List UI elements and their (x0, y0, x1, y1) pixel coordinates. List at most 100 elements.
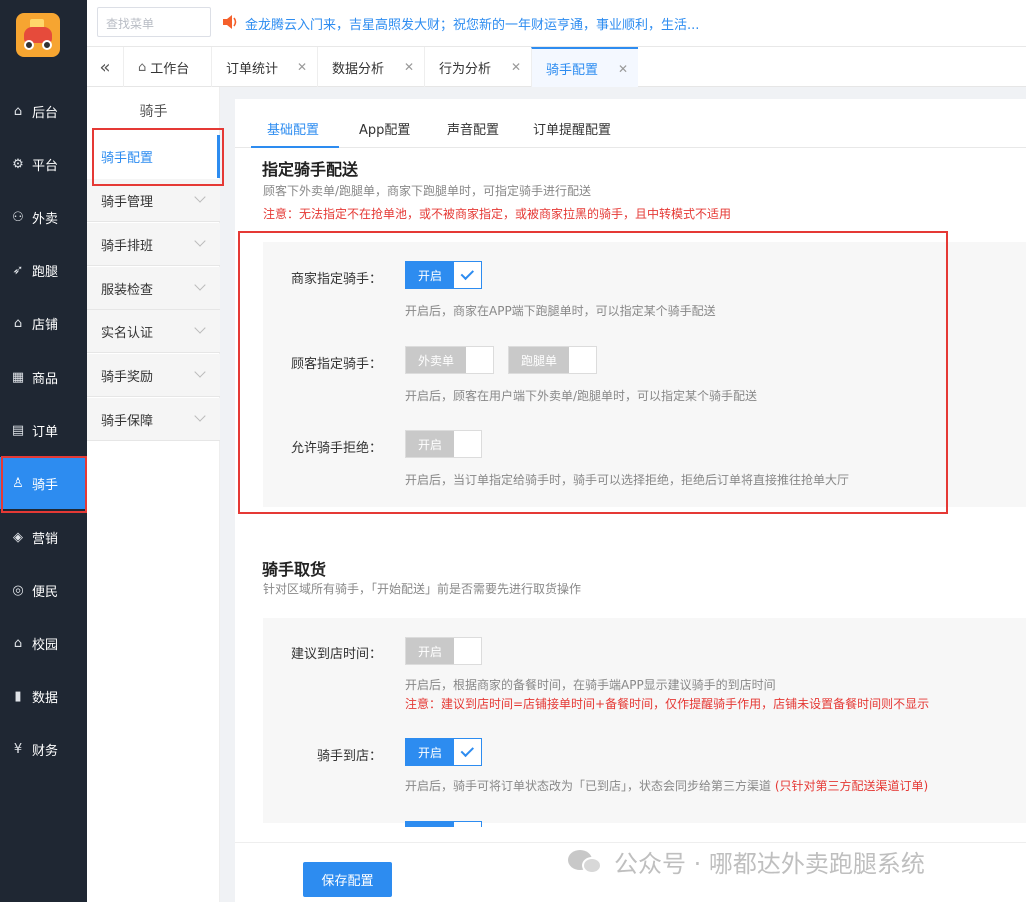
close-icon[interactable]: ✕ (297, 60, 307, 74)
chevron-down-icon (194, 410, 206, 422)
menu-search-input[interactable]: 查找菜单 (97, 7, 211, 37)
speaker-icon (223, 15, 237, 29)
chevron-down-icon (194, 191, 206, 203)
section-title-assign-rider: 指定骑手配送 (262, 160, 359, 179)
subitem-label: 骑手排班 (101, 238, 154, 254)
goods-icon: ▦ (11, 369, 25, 385)
home-icon: ⌂ (13, 103, 23, 119)
subitem-label: 骑手奖励 (101, 369, 154, 385)
nav-item-errand[interactable]: ➶ 跑腿 (0, 244, 87, 296)
nav-item-marketing[interactable]: ◈ 营销 (0, 511, 87, 563)
nav-item-orders[interactable]: ▤ 订单 (0, 404, 87, 456)
highlight-annotation (92, 128, 224, 186)
watermark-text: 公众号 · 哪都达外卖跑腿系统 (614, 850, 925, 878)
nav-item-platform[interactable]: ⚙ 平台 (0, 138, 87, 190)
nav-item-campus[interactable]: ⌂ 校园 (0, 617, 87, 669)
nav-label: 订单 (32, 424, 59, 440)
close-icon[interactable]: ✕ (511, 60, 521, 74)
tab-label: 订单统计 (226, 61, 279, 77)
content-tab-app[interactable]: App配置 (359, 119, 410, 138)
runner-icon: ➶ (12, 262, 24, 278)
sub-sidebar-title: 骑手 (139, 104, 168, 120)
nav-label: 便民 (32, 584, 59, 600)
home-icon: ⌂ (138, 59, 147, 75)
nav-label: 营销 (32, 531, 59, 547)
wechat-icon (568, 848, 604, 876)
tab-label: 数据分析 (332, 61, 385, 77)
store-icon: ⌂ (13, 315, 23, 331)
subitem-uniform-check[interactable]: 服装检查 (87, 267, 220, 310)
sub-sidebar: 骑手 骑手配置 骑手管理 骑手排班 服装检查 实名认证 骑手奖励 骑手保障 (87, 87, 220, 902)
tab-behavior-analysis[interactable]: 行为分析 ✕ (424, 47, 531, 87)
bar-chart-icon: ▮ (14, 688, 22, 704)
nav-label: 跑腿 (32, 264, 59, 280)
toggle-label: 开启 (406, 739, 454, 765)
save-config-button[interactable]: 保存配置 (303, 862, 392, 897)
divider (235, 147, 1026, 148)
subitem-label: 骑手保障 (101, 413, 154, 429)
subitem-label: 服装检查 (101, 282, 154, 298)
subitem-rider-insurance[interactable]: 骑手保障 (87, 398, 220, 441)
section-title-pickup: 骑手取货 (262, 560, 327, 579)
announcement-text[interactable]: 金龙腾云入门来，吉星高照发大财；祝您新的一年财运亨通，事业顺利，生活... (245, 14, 699, 33)
check-icon (460, 743, 474, 757)
collapse-icon[interactable]: « (87, 47, 123, 87)
chevron-down-icon (194, 235, 206, 247)
section-warning: 注意：无法指定不在抢单池，或不被商家指定，或被商家拉黑的骑手，且中转模式不适用 (263, 207, 732, 221)
nav-item-finance[interactable]: ¥ 财务 (0, 723, 87, 775)
yen-icon: ¥ (13, 741, 23, 757)
tab-order-stats[interactable]: 订单统计 ✕ (211, 47, 317, 87)
app-logo[interactable] (16, 13, 60, 57)
chevron-down-icon (194, 322, 206, 334)
partial-toggle[interactable] (405, 821, 482, 827)
subitem-real-name[interactable]: 实名认证 (87, 310, 220, 353)
close-icon[interactable]: ✕ (404, 60, 414, 74)
campus-icon: ⌂ (13, 635, 23, 651)
toggle-label: 开启 (406, 638, 454, 664)
chevron-down-icon (194, 366, 206, 378)
subitem-label: 骑手管理 (101, 194, 154, 210)
diamond-icon: ◈ (13, 529, 23, 545)
nav-item-takeout[interactable]: ⚇ 外卖 (0, 191, 87, 243)
suggested-arrival-hint: 开启后，根据商家的备餐时间，在骑手端APP显示建议骑手的到店时间 (405, 678, 776, 692)
tab-rider-config[interactable]: 骑手配置 ✕ (531, 47, 638, 87)
tab-label: 工作台 (150, 61, 190, 77)
content-tab-basic[interactable]: 基础配置 (267, 119, 319, 138)
nav-label: 数据 (32, 690, 59, 706)
nav-item-backend[interactable]: ⌂ 后台 (0, 85, 87, 137)
hint-red-text: (只针对第三方配送渠道订单) (774, 779, 929, 793)
nav-label: 财务 (32, 743, 59, 759)
subitem-rider-reward[interactable]: 骑手奖励 (87, 354, 220, 397)
divider (235, 842, 1026, 843)
main-nav: ⌂ 后台 ⚙ 平台 ⚇ 外卖 ➶ 跑腿 ⌂ 店铺 ▦ 商品 ▤ 订单 ♙ 骑手 ◈ 营销 ◎ 便民 … (0, 0, 87, 902)
suggested-arrival-toggle[interactable]: 开启 (405, 637, 482, 665)
tab-workbench[interactable]: ⌂ 工作台 (123, 47, 211, 87)
convenience-icon: ◎ (12, 582, 24, 598)
nav-label: 外卖 (32, 211, 59, 227)
close-icon[interactable]: ✕ (618, 62, 628, 76)
highlight-annotation (238, 231, 948, 514)
highlight-annotation (1, 456, 87, 513)
nav-item-goods[interactable]: ▦ 商品 (0, 351, 87, 403)
rider-arrived-hint: 开启后，骑手可将订单状态改为「已到店」，状态会同步给第三方渠道 (只针对第三方配… (405, 777, 928, 794)
nav-item-store[interactable]: ⌂ 店铺 (0, 297, 87, 349)
content-tab-sound[interactable]: 声音配置 (447, 119, 499, 138)
nav-item-data[interactable]: ▮ 数据 (0, 670, 87, 722)
takeout-icon: ⚇ (12, 209, 24, 225)
chevron-down-icon (194, 279, 206, 291)
tab-label: 行为分析 (439, 61, 492, 77)
nav-item-convenience[interactable]: ◎ 便民 (0, 564, 87, 616)
toggle-label (406, 822, 454, 827)
rider-arrived-toggle[interactable]: 开启 (405, 738, 482, 766)
nav-label: 后台 (32, 105, 59, 121)
nav-label: 平台 (32, 158, 59, 174)
tab-data-analysis[interactable]: 数据分析 ✕ (317, 47, 424, 87)
watermark: 公众号 · 哪都达外卖跑腿系统 (568, 844, 925, 879)
top-bar: 查找菜单 金龙腾云入门来，吉星高照发大财；祝您新的一年财运亨通，事业顺利，生活.… (87, 0, 1026, 47)
gear-icon: ⚙ (12, 156, 24, 172)
content-tab-order-reminder[interactable]: 订单提醒配置 (533, 119, 611, 138)
subitem-rider-schedule[interactable]: 骑手排班 (87, 223, 220, 266)
rider-arrived-label: 骑手到店： (316, 749, 382, 764)
active-tab-indicator (251, 146, 339, 148)
tab-label: 骑手配置 (546, 62, 599, 78)
